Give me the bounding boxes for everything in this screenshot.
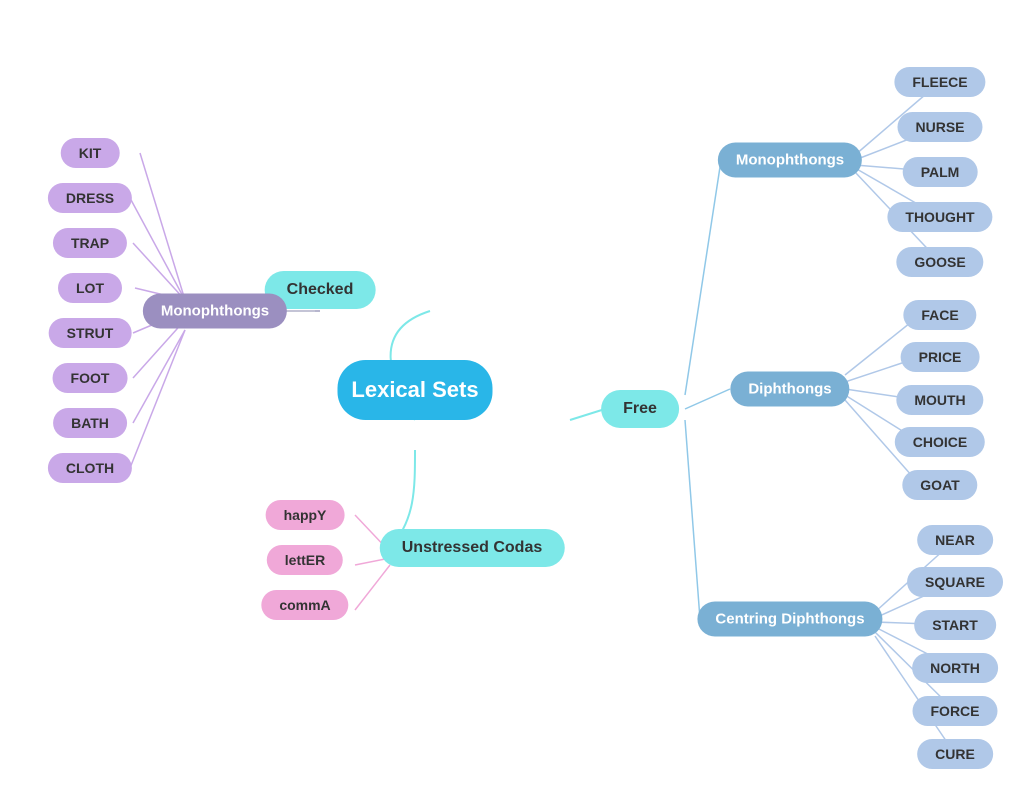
dress-node: DRESS [48, 183, 132, 213]
thought-node: THOUGHT [887, 202, 992, 232]
mouth-node: MOUTH [896, 385, 983, 415]
unstressed-codas-node: Unstressed Codas [380, 529, 565, 567]
lot-node: LOT [58, 273, 122, 303]
comma-node: commA [261, 590, 348, 620]
free-node: Free [601, 390, 679, 428]
face-node: FACE [903, 300, 976, 330]
goat-node: GOAT [902, 470, 977, 500]
cure-node: CURE [917, 739, 993, 769]
force-node: FORCE [913, 696, 998, 726]
central-node: Lexical Sets [338, 360, 493, 420]
palm-node: PALM [903, 157, 978, 187]
start-node: START [914, 610, 996, 640]
monophthongs-right-node: Monophthongs [718, 143, 862, 178]
cloth-node: CLOTH [48, 453, 132, 483]
north-node: NORTH [912, 653, 998, 683]
foot-node: FOOT [53, 363, 128, 393]
bath-node: BATH [53, 408, 127, 438]
trap-node: TRAP [53, 228, 127, 258]
diphthongs-node: Diphthongs [730, 372, 849, 407]
price-node: PRICE [901, 342, 980, 372]
centring-diphthongs-node: Centring Diphthongs [697, 602, 882, 637]
kit-node: KIT [61, 138, 120, 168]
goose-node: GOOSE [896, 247, 983, 277]
nurse-node: NURSE [897, 112, 982, 142]
strut-node: STRUT [49, 318, 132, 348]
monophthongs-left-node: Monophthongs [143, 294, 287, 329]
choice-node: CHOICE [895, 427, 985, 457]
letter-node: lettER [267, 545, 343, 575]
happy-node: happY [266, 500, 345, 530]
near-node: NEAR [917, 525, 993, 555]
fleece-node: FLEECE [894, 67, 985, 97]
square-node: SQUARE [907, 567, 1003, 597]
